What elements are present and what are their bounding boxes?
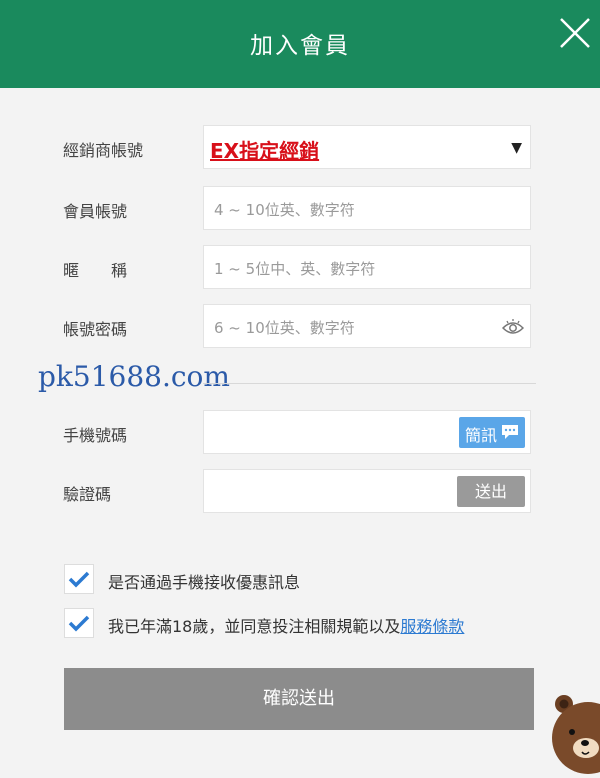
password-row: 帳號密碼 6 ~ 10位英、數字符 [0, 304, 600, 350]
password-placeholder: 6 ~ 10位英、數字符 [214, 319, 355, 337]
phone-label: 手機號碼 [63, 426, 128, 445]
submit-button[interactable]: 確認送出 [64, 668, 534, 730]
sms-button[interactable]: 簡訊 [459, 417, 525, 448]
caret-down-icon: ▼ [511, 140, 522, 156]
divider [203, 383, 536, 384]
promo-checkbox[interactable] [64, 564, 94, 594]
modal-title: 加入會員 [250, 33, 350, 59]
dealer-value: EX指定經銷 [210, 139, 320, 163]
dealer-label: 經銷商帳號 [63, 141, 144, 160]
account-placeholder: 4 ~ 10位英、數字符 [214, 201, 355, 219]
age-text: 我已年滿18歲，並同意投注相關規範以及服務條款 [108, 613, 464, 637]
verify-input[interactable]: 送出 [203, 469, 531, 513]
promo-text: 是否通過手機接收優惠訊息 [108, 573, 301, 592]
account-label: 會員帳號 [63, 202, 128, 221]
sms-button-label: 簡訊 [465, 426, 498, 445]
eye-icon[interactable] [502, 318, 524, 336]
watermark-text: pk51688.com [38, 360, 230, 393]
password-input[interactable]: 6 ~ 10位英、數字符 [203, 304, 531, 348]
checkmark-icon [68, 615, 90, 632]
bear-mascot-icon[interactable] [552, 694, 600, 778]
account-row: 會員帳號 4 ~ 10位英、數字符 [0, 186, 600, 232]
account-input[interactable]: 4 ~ 10位英、數字符 [203, 186, 531, 230]
nickname-row: 暱 稱 1 ~ 5位中、英、數字符 [0, 245, 600, 291]
dealer-row: 經銷商帳號 EX指定經銷 ▼ [0, 125, 600, 171]
send-code-button[interactable]: 送出 [457, 476, 525, 507]
nickname-placeholder: 1 ~ 5位中、英、數字符 [214, 260, 376, 278]
dealer-select[interactable]: EX指定經銷 ▼ [203, 125, 531, 169]
age-statement: 我已年滿18歲，並同意投注相關規範以及 [108, 617, 401, 636]
terms-link[interactable]: 服務條款 [400, 617, 464, 636]
phone-input[interactable]: 簡訊 [203, 410, 531, 454]
close-icon[interactable] [558, 16, 592, 50]
checkmark-icon [68, 571, 90, 588]
modal-header: 加入會員 [0, 0, 600, 88]
verify-row: 驗證碼 送出 [0, 469, 600, 515]
password-label: 帳號密碼 [63, 320, 128, 339]
age-checkbox[interactable] [64, 608, 94, 638]
chat-bubble-icon [502, 425, 518, 439]
nickname-label: 暱 稱 [63, 261, 128, 280]
nickname-input[interactable]: 1 ~ 5位中、英、數字符 [203, 245, 531, 289]
verify-label: 驗證碼 [63, 485, 112, 504]
phone-row: 手機號碼 簡訊 [0, 410, 600, 456]
